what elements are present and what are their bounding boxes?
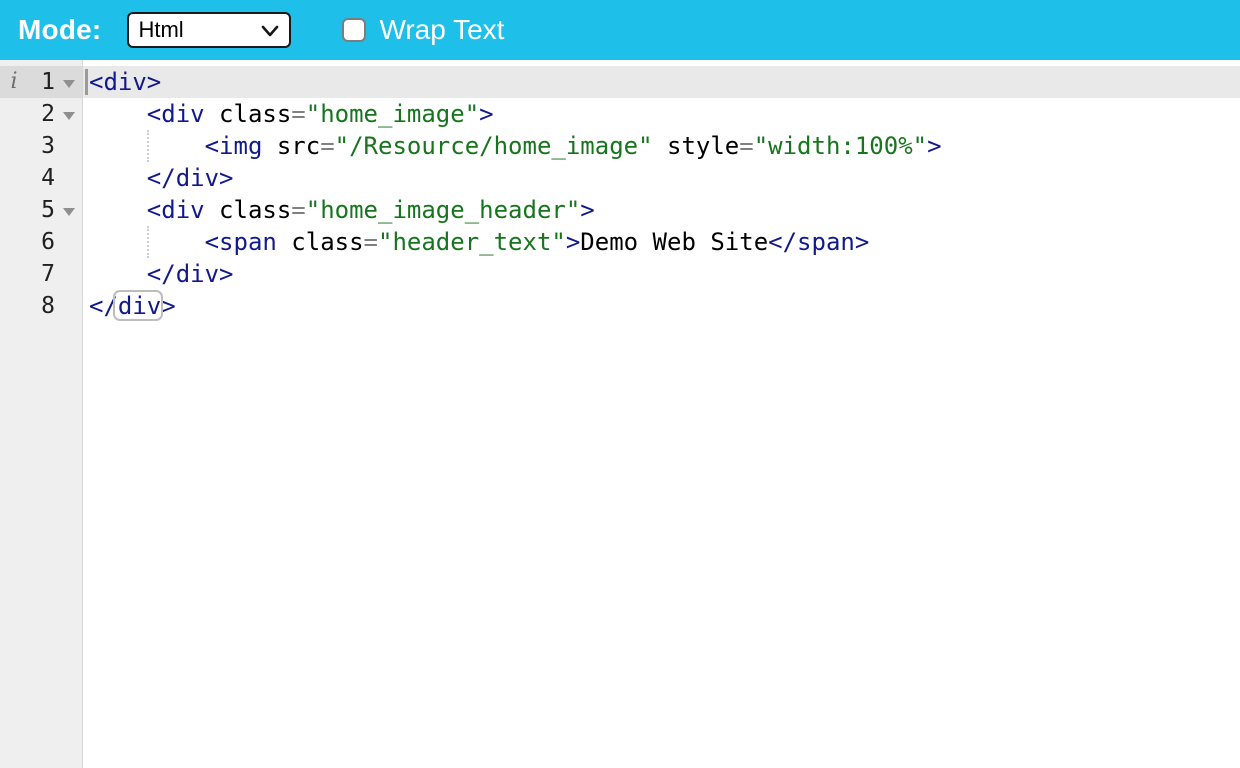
gutter-row: 8 xyxy=(0,290,82,322)
wrap-text-checkbox[interactable] xyxy=(342,18,366,42)
mode-select[interactable]: Html xyxy=(127,12,291,48)
token-tag: > xyxy=(479,100,493,128)
gutter-row: 7 xyxy=(0,258,82,290)
fold-arrow-icon[interactable] xyxy=(63,80,75,88)
token-tag: > xyxy=(580,196,594,224)
fold-column xyxy=(55,77,82,88)
text-cursor xyxy=(85,69,88,95)
line-number: 6 xyxy=(28,229,55,255)
code-line[interactable]: </div> xyxy=(83,162,1240,194)
token-tag: </ xyxy=(89,292,118,320)
wrap-text-label: Wrap Text xyxy=(379,14,504,46)
mode-label: Mode: xyxy=(18,14,101,46)
mode-select-wrap: Html xyxy=(127,12,291,48)
token-string: "home_image" xyxy=(306,100,479,128)
token-plain xyxy=(205,196,219,224)
token-eq: = xyxy=(739,132,753,160)
code-line[interactable]: <img src="/Resource/home_image" style="w… xyxy=(83,130,1240,162)
token-attr: class xyxy=(219,196,291,224)
token-tag: > xyxy=(161,292,175,320)
token-tag: </div> xyxy=(147,164,234,192)
token-string: "width:100%" xyxy=(754,132,927,160)
matching-tag-highlight: div xyxy=(118,292,161,320)
token-attr: style xyxy=(667,132,739,160)
line-number: 2 xyxy=(28,101,55,127)
line-number: 3 xyxy=(28,133,55,159)
code-area[interactable]: <div> <div class="home_image"> <img src=… xyxy=(83,60,1240,768)
token-tag: </div> xyxy=(147,260,234,288)
token-plain xyxy=(277,228,291,256)
code-line[interactable]: <span class="header_text">Demo Web Site<… xyxy=(83,226,1240,258)
fold-column xyxy=(55,205,82,216)
code-line[interactable]: <div class="home_image_header"> xyxy=(83,194,1240,226)
token-plain xyxy=(205,100,219,128)
gutter-row: 5 xyxy=(0,194,82,226)
code-line[interactable]: </div> xyxy=(83,290,1240,322)
indent-guide xyxy=(147,130,149,162)
token-plain xyxy=(89,164,147,192)
code-line[interactable]: <div class="home_image"> xyxy=(83,98,1240,130)
token-plain xyxy=(653,132,667,160)
token-tag: > xyxy=(566,228,580,256)
gutter-row: 3 xyxy=(0,130,82,162)
token-eq: = xyxy=(364,228,378,256)
token-tag: > xyxy=(927,132,941,160)
line-number: 1 xyxy=(28,69,55,95)
code-line[interactable]: <div> xyxy=(83,66,1240,98)
token-string: "header_text" xyxy=(378,228,566,256)
gutter-row: 4 xyxy=(0,162,82,194)
token-eq: = xyxy=(291,196,305,224)
indent-guide xyxy=(147,226,149,258)
gutter: i1 2 3 4 5 6 7 8 xyxy=(0,60,83,768)
gutter-row: 6 xyxy=(0,226,82,258)
token-tag: <img xyxy=(205,132,263,160)
token-string: "/Resource/home_image" xyxy=(335,132,653,160)
token-attr: class xyxy=(219,100,291,128)
token-eq: = xyxy=(291,100,305,128)
token-tag: <div xyxy=(147,100,205,128)
line-number: 5 xyxy=(28,197,55,223)
line-number: 7 xyxy=(28,261,55,287)
line-number: 4 xyxy=(28,165,55,191)
token-plain xyxy=(262,132,276,160)
token-tag: <div xyxy=(147,196,205,224)
toolbar: Mode: Html Wrap Text xyxy=(0,0,1240,60)
token-attr: src xyxy=(277,132,320,160)
gutter-row: 2 xyxy=(0,98,82,130)
fold-arrow-icon[interactable] xyxy=(63,208,75,216)
line-number: 8 xyxy=(28,293,55,319)
token-string: "home_image_header" xyxy=(306,196,581,224)
gutter-row: i1 xyxy=(0,66,82,98)
info-marker-icon: i xyxy=(0,71,28,93)
token-plain: Demo Web Site xyxy=(580,228,768,256)
token-tag: <div> xyxy=(89,68,161,96)
token-eq: = xyxy=(320,132,334,160)
fold-column xyxy=(55,109,82,120)
token-plain xyxy=(89,260,147,288)
token-plain xyxy=(89,196,147,224)
fold-arrow-icon[interactable] xyxy=(63,112,75,120)
token-attr: class xyxy=(291,228,363,256)
token-plain xyxy=(89,100,147,128)
token-tag: </span> xyxy=(768,228,869,256)
code-line[interactable]: </div> xyxy=(83,258,1240,290)
code-editor[interactable]: i12345678 <div> <div class="home_image">… xyxy=(0,60,1240,768)
token-tag: <span xyxy=(205,228,277,256)
